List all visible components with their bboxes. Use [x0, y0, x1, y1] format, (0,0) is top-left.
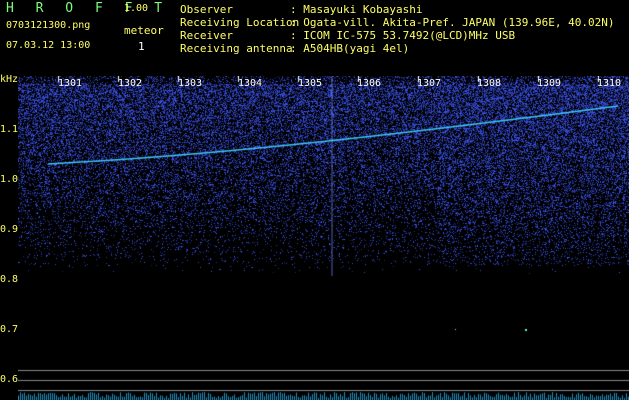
info-value: : Masayuki Kobayashi — [290, 3, 423, 16]
y-tick-label: 0.7 — [0, 324, 19, 335]
time-tick-label: 1310 — [597, 78, 622, 89]
info-key: Receiving Location — [180, 16, 300, 29]
app-version: 1.00 — [124, 3, 149, 14]
meteor-label: meteor — [124, 24, 164, 37]
timestamp: 07.03.12 13:00 — [6, 40, 91, 51]
y-tick-label: 0.9 — [0, 224, 19, 235]
info-value: : ICOM IC-575 53.7492(@LCD)MHz USB — [290, 29, 516, 42]
spectrogram-canvas — [18, 76, 629, 400]
time-tick-label: 1307 — [417, 78, 442, 89]
time-tick-label: 1305 — [298, 78, 323, 89]
y-tick-label: 0.6 — [0, 374, 19, 385]
time-tick-label: 1302 — [118, 78, 143, 89]
meteor-count: 1 — [138, 40, 145, 53]
time-tick-label: 1309 — [537, 78, 562, 89]
info-key: Observer — [180, 3, 233, 16]
y-tick-label: 0.8 — [0, 274, 19, 285]
time-tick-label: 1306 — [357, 78, 382, 89]
unit-label: kHz — [0, 74, 19, 85]
time-tick-label: 1304 — [238, 78, 263, 89]
header-panel: H R O F F T 1.00 0703121300.png meteor 0… — [0, 0, 629, 72]
y-tick-label: 1.1 — [0, 124, 19, 135]
time-tick-label: 1301 — [58, 78, 83, 89]
info-value: : A504HB(yagi 4el) — [290, 42, 410, 55]
info-value: : Ogata-vill. Akita-Pref. JAPAN (139.96E… — [290, 16, 615, 29]
y-tick-label: 1.0 — [0, 174, 19, 185]
time-tick-label: 1303 — [178, 78, 203, 89]
info-key: Receiver — [180, 29, 233, 42]
file-name: 0703121300.png — [6, 20, 91, 31]
info-key: Receiving antenna — [180, 42, 293, 55]
time-tick-label: 1308 — [477, 78, 502, 89]
